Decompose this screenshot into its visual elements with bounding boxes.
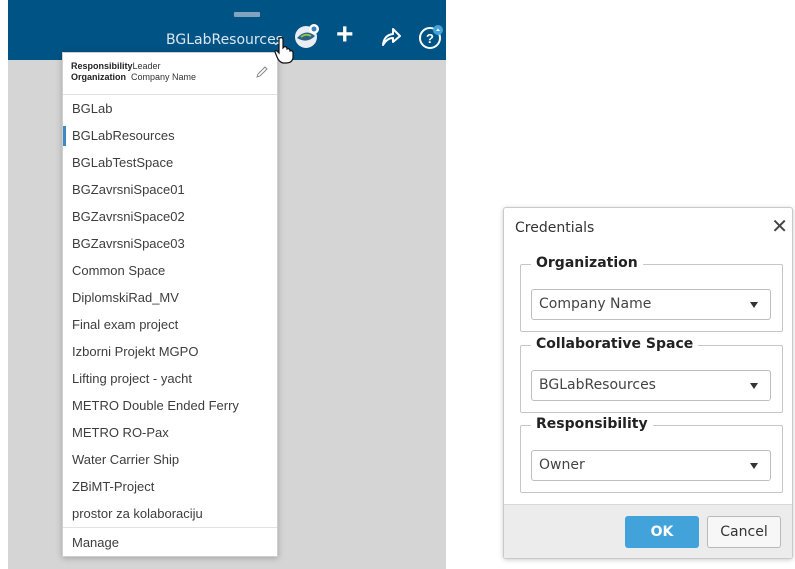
space-list-item[interactable]: BGLabResources <box>63 122 277 149</box>
space-list-item[interactable]: Final exam project <box>63 311 277 338</box>
space-list-item[interactable]: Izborni Projekt MGPO <box>63 338 277 365</box>
organization-key: Organization <box>71 72 127 82</box>
organization-select[interactable]: Company Name <box>531 289 771 320</box>
space-list-item[interactable]: Water Carrier Ship <box>63 446 277 473</box>
organization-value: Company Name <box>131 72 197 82</box>
share-icon[interactable] <box>380 26 402 48</box>
space-list-item[interactable]: BGZavrsniSpace03 <box>63 230 277 257</box>
collab-space-dropdown: ResponsibilityLeader Organization Compan… <box>62 52 278 557</box>
space-list-item[interactable]: METRO RO-Pax <box>63 419 277 446</box>
responsibility-select-value: Owner <box>539 457 585 473</box>
space-list-item[interactable]: DiplomskiRad_MV <box>63 284 277 311</box>
responsibility-legend: Responsibility <box>531 416 653 432</box>
responsibility-group: Responsibility Owner <box>520 416 783 493</box>
cancel-button[interactable]: Cancel <box>707 516 781 548</box>
hand-cursor-icon <box>274 37 294 64</box>
chevron-down-icon <box>750 383 758 389</box>
space-list: BGLab BGLabResources BGLabTestSpace BGZavrs… <box>63 95 277 527</box>
organization-select-value: Company Name <box>539 296 652 312</box>
space-list-item[interactable]: Common Space <box>63 257 277 284</box>
space-list-item[interactable]: BGLabTestSpace <box>63 149 277 176</box>
space-list-item[interactable]: METRO Double Ended Ferry <box>63 392 277 419</box>
collab-space-selector[interactable]: BGLabResources <box>166 32 283 48</box>
space-list-item[interactable]: ZBiMT-Project <box>63 473 277 500</box>
manage-item[interactable]: Manage <box>63 527 277 557</box>
dialog-title: Credentials <box>515 220 595 236</box>
organization-legend: Organization <box>531 255 643 271</box>
compass-icon[interactable] <box>293 22 321 50</box>
responsibility-value: Leader <box>132 61 161 71</box>
responsibility-row: ResponsibilityLeader <box>71 61 269 72</box>
collab-space-group: Collaborative Space BGLabResources <box>520 336 783 413</box>
space-list-item[interactable]: BGZavrsniSpace02 <box>63 203 277 230</box>
plus-icon[interactable]: + <box>336 20 354 50</box>
responsibility-select[interactable]: Owner <box>531 450 771 481</box>
svg-text:?: ? <box>426 31 434 46</box>
screenshot: BGLabResources ⌄ + ? ResponsibilityLeade… <box>0 0 795 569</box>
close-icon[interactable]: ✕ <box>771 216 788 236</box>
responsibility-key: Responsibility <box>71 61 133 71</box>
chevron-down-icon <box>750 302 758 308</box>
organization-group: Organization Company Name <box>520 255 783 332</box>
credentials-dialog: Credentials ✕ Organization Company Name … <box>503 207 793 559</box>
top-bar: BGLabResources ⌄ + ? <box>8 0 446 60</box>
ok-button[interactable]: OK <box>625 516 699 548</box>
help-icon[interactable]: ? <box>418 24 444 50</box>
space-list-item[interactable]: Lifting project - yacht <box>63 365 277 392</box>
dialog-footer: OK Cancel <box>504 504 792 558</box>
space-list-item[interactable]: BGLab <box>63 95 277 122</box>
collab-space-legend: Collaborative Space <box>531 336 699 352</box>
collab-space-select-value: BGLabResources <box>539 377 656 393</box>
organization-row: Organization Company Name <box>71 72 269 83</box>
collab-space-select[interactable]: BGLabResources <box>531 370 771 401</box>
credentials-summary[interactable]: ResponsibilityLeader Organization Compan… <box>63 53 277 95</box>
space-list-item[interactable]: prostor za kolaboraciju <box>63 500 277 527</box>
chevron-down-icon <box>750 463 758 469</box>
tenant-caption <box>234 12 260 17</box>
edit-icon[interactable] <box>255 65 269 79</box>
space-list-item[interactable]: BGZavrsniSpace01 <box>63 176 277 203</box>
